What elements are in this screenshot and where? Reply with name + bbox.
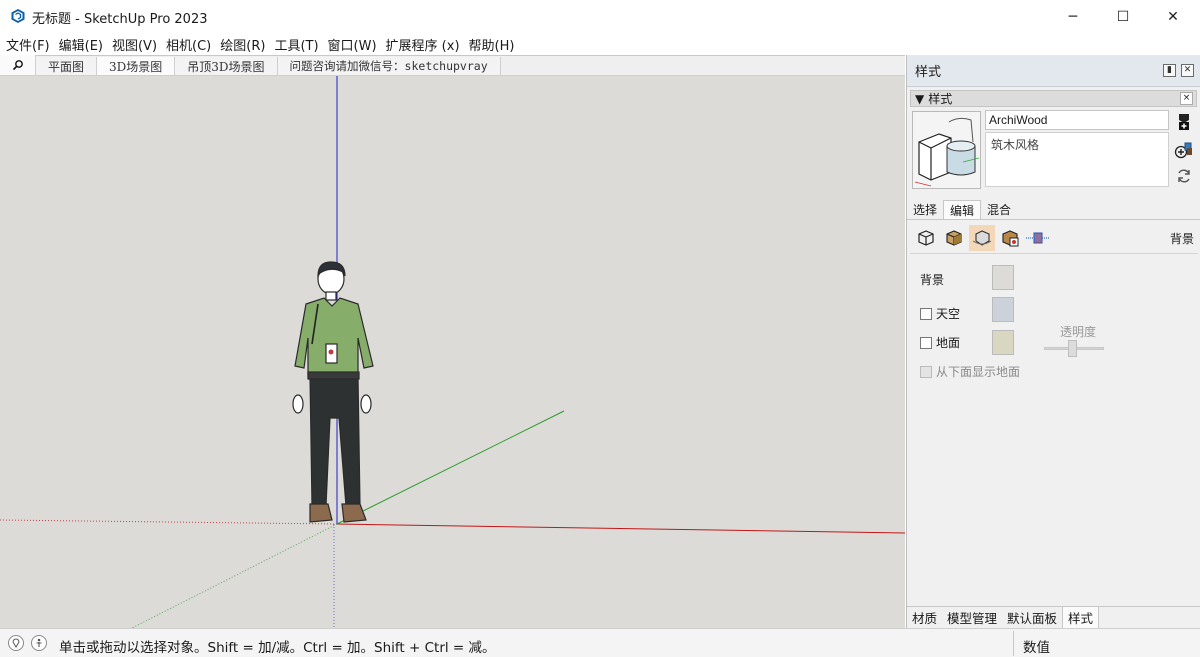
style-tabs: 选择 编辑 混合 [907, 200, 1200, 220]
geolocation-icon[interactable] [8, 635, 24, 651]
tray-title: 样式 [915, 65, 942, 80]
ground-checkbox[interactable] [920, 336, 932, 349]
transparency-label: 透明度 [1060, 325, 1097, 339]
tab-select[interactable]: 选择 [907, 200, 943, 219]
green-axis-hidden [129, 523, 338, 629]
minimize-button[interactable]: ─ [1048, 0, 1098, 33]
pin-icon[interactable]: ▮ [1163, 64, 1176, 77]
sketchup-logo-icon [11, 9, 25, 23]
menu-bar: 文件(F) 编辑(E) 视图(V) 相机(C) 绘图(R) 工具(T) 窗口(W… [0, 33, 1200, 55]
ground-color-swatch[interactable] [992, 330, 1014, 355]
sky-row[interactable]: 天空 [920, 305, 960, 322]
tray-tab-default[interactable]: 默认面板 [1002, 607, 1062, 629]
menu-extensions[interactable]: 扩展程序 (x) [386, 35, 460, 54]
measurements-input[interactable] [1062, 633, 1196, 654]
tray-tab-materials[interactable]: 材质 [907, 607, 942, 629]
styles-section-header[interactable]: ▼ 样式 × [910, 90, 1197, 107]
menu-help[interactable]: 帮助(H) [469, 35, 515, 54]
style-name-field[interactable]: ArchiWood [985, 110, 1169, 130]
instructor-icon[interactable] [31, 635, 47, 651]
tray-header: 样式 ▮ ✕ [907, 55, 1200, 87]
status-divider [1013, 631, 1014, 656]
ground-label: 地面 [936, 336, 961, 350]
menu-camera[interactable]: 相机(C) [166, 35, 211, 54]
tab-edit[interactable]: 编辑 [943, 200, 982, 219]
menu-tools[interactable]: 工具(T) [274, 35, 318, 54]
search-icon[interactable] [0, 55, 36, 75]
edit-section-title: 背景 [1169, 232, 1194, 246]
edit-divider [910, 253, 1198, 254]
scene-tab-plan[interactable]: 平面图 [36, 57, 98, 75]
red-axis [336, 523, 905, 534]
refresh-icon[interactable] [1174, 166, 1194, 186]
tab-mix[interactable]: 混合 [981, 200, 1017, 219]
ground-row[interactable]: 地面 [920, 334, 960, 351]
model-viewport[interactable]: 平面图 3D场景图 吊顶3D场景图 问题咨询请加微信号：sketchupvray [0, 55, 905, 629]
scene-tab-contact[interactable]: 问题咨询请加微信号：sketchupvray [277, 57, 501, 75]
tray-tab-outliner[interactable]: 模型管理 [942, 607, 1002, 629]
transparency-slider-thumb[interactable] [1068, 340, 1077, 357]
edit-category-toolbar [913, 225, 1053, 251]
menu-view[interactable]: 视图(V) [112, 35, 157, 54]
show-ground-below-label: 从下面显示地面 [936, 365, 1021, 379]
menu-window[interactable]: 窗口(W) [328, 35, 377, 54]
collapse-triangle-icon[interactable]: ▼ [915, 92, 924, 106]
watermark-settings-icon[interactable] [997, 225, 1023, 251]
scene-tab-ceiling-3d[interactable]: 吊顶3D场景图 [175, 57, 278, 75]
tray-close-icon[interactable]: ✕ [1181, 64, 1194, 77]
create-style-icon[interactable] [1174, 112, 1194, 132]
show-ground-below-checkbox [920, 365, 932, 378]
close-button[interactable]: ✕ [1148, 0, 1198, 33]
background-label: 背景 [920, 273, 945, 287]
person-figure [292, 261, 374, 523]
sky-color-swatch[interactable] [992, 297, 1014, 322]
edge-settings-icon[interactable] [913, 225, 939, 251]
background-settings-icon[interactable] [969, 225, 995, 251]
background-color-swatch[interactable] [992, 265, 1014, 290]
style-description-field[interactable]: 筑木风格 [985, 132, 1169, 187]
red-axis-hidden [0, 519, 338, 525]
tray-bottom-tabs: 材质 模型管理 默认面板 样式 [907, 606, 1200, 629]
menu-edit[interactable]: 编辑(E) [59, 35, 103, 54]
window-title: 无标题 - SketchUp Pro 2023 [32, 12, 208, 27]
green-axis [336, 410, 565, 525]
modeling-settings-icon[interactable] [1025, 225, 1051, 251]
face-settings-icon[interactable] [941, 225, 967, 251]
menu-file[interactable]: 文件(F) [6, 35, 50, 54]
styles-section-title: 样式 [928, 92, 953, 106]
drawing-canvas[interactable] [0, 76, 905, 629]
styles-tray: 样式 ▮ ✕ ▼ 样式 × ArchiWood 筑木风格 选择 编辑 混合 背景… [906, 55, 1200, 629]
title-bar: 无标题 - SketchUp Pro 2023 ─ ☐ ✕ [0, 0, 1200, 33]
status-bar: 单击或拖动以选择对象。Shift = 加/减。Ctrl = 加。Shift + … [0, 628, 1200, 657]
sky-checkbox[interactable] [920, 307, 932, 320]
sky-label: 天空 [936, 307, 961, 321]
scene-tab-3d[interactable]: 3D场景图 [97, 57, 176, 75]
update-style-icon[interactable] [1174, 140, 1194, 160]
scene-tabs-bar: 平面图 3D场景图 吊顶3D场景图 问题咨询请加微信号：sketchupvray [0, 55, 905, 76]
show-ground-below-row: 从下面显示地面 [920, 363, 1020, 380]
style-thumbnail [912, 111, 981, 189]
tray-tab-styles[interactable]: 样式 [1062, 606, 1100, 629]
maximize-button[interactable]: ☐ [1098, 0, 1148, 33]
section-close-icon[interactable]: × [1180, 92, 1193, 105]
menu-draw[interactable]: 绘图(R) [220, 35, 265, 54]
measurements-label: 数值 [1023, 640, 1050, 656]
status-message: 单击或拖动以选择对象。Shift = 加/减。Ctrl = 加。Shift + … [59, 640, 496, 656]
